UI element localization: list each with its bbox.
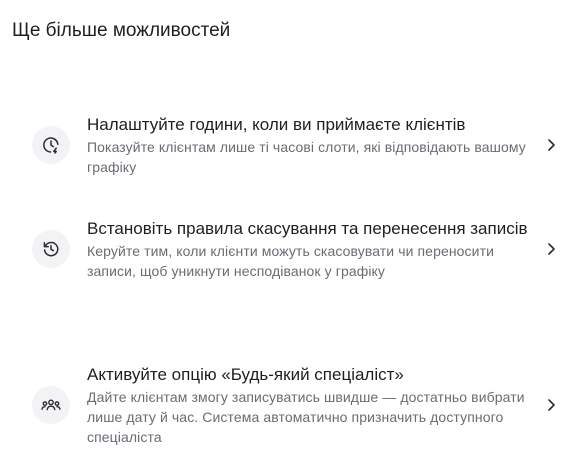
chevron-right-icon — [542, 396, 560, 414]
feature-item-title: Активуйте опцію «Будь-який спеціаліст» — [87, 365, 404, 384]
feature-item-text: Активуйте опцію «Будь-який спеціаліст» Д… — [87, 363, 542, 447]
more-features-panel: Ще більше можливостей Налаштуйте години,… — [0, 0, 587, 450]
feature-item-working-hours[interactable]: Налаштуйте години, коли ви приймаєте клі… — [32, 113, 560, 177]
history-icon — [32, 230, 70, 268]
feature-item-cancellation-rules[interactable]: Встановіть правила скасування та перенес… — [32, 217, 560, 281]
feature-item-description: Керуйте тим, коли клієнти можуть скасову… — [87, 243, 495, 279]
clock-hours-icon — [32, 126, 70, 164]
chevron-right-icon — [542, 136, 560, 154]
section-title: Ще більше можливостей — [12, 20, 231, 41]
feature-item-text: Встановіть правила скасування та перенес… — [87, 217, 542, 281]
feature-item-text: Налаштуйте години, коли ви приймаєте клі… — [87, 113, 542, 177]
feature-item-title: Налаштуйте години, коли ви приймаєте клі… — [87, 115, 466, 134]
feature-item-description: Показуйте клієнтам лише ті часові слоти,… — [87, 139, 526, 175]
chevron-right-icon — [542, 240, 560, 258]
group-users-icon — [32, 386, 70, 424]
feature-item-description: Дайте клієнтам змогу записуватись швидше… — [87, 389, 525, 445]
feature-item-title: Встановіть правила скасування та перенес… — [87, 219, 528, 238]
feature-item-any-specialist[interactable]: Активуйте опцію «Будь-який спеціаліст» Д… — [32, 363, 560, 447]
